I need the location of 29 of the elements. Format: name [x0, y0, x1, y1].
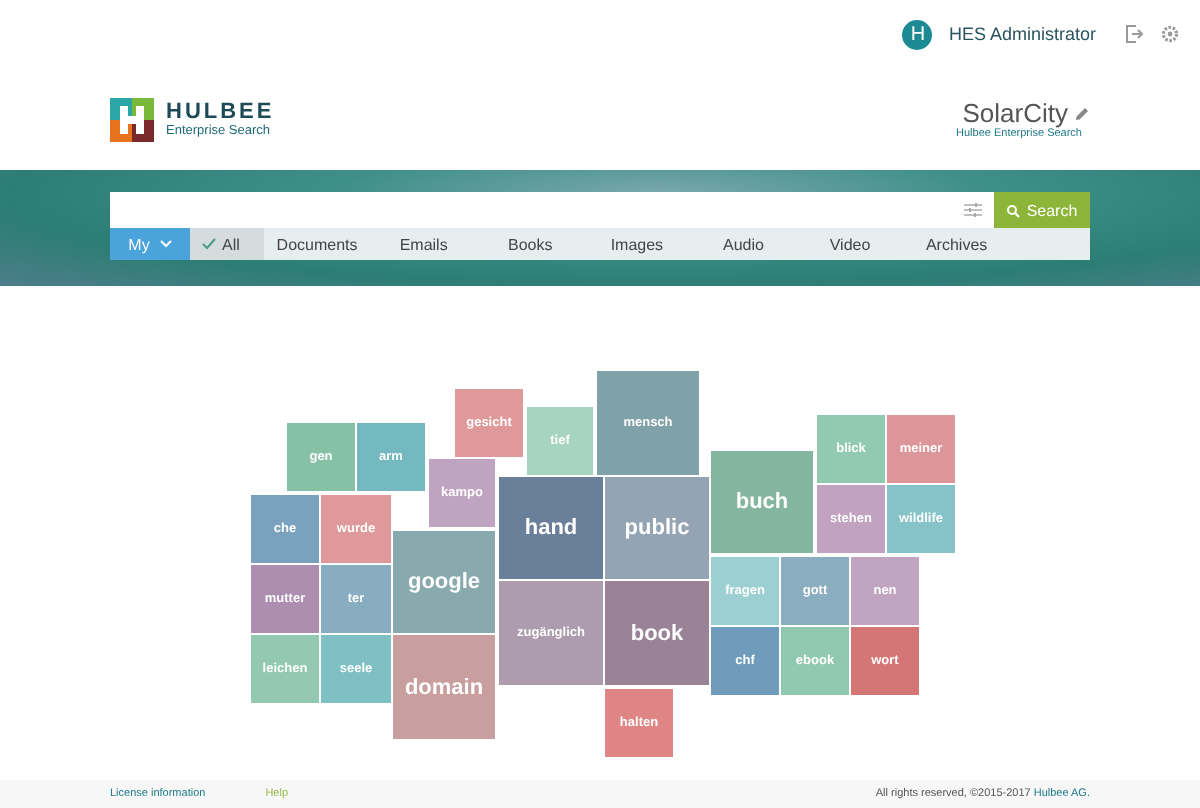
filter-tab[interactable]: Documents	[263, 228, 371, 260]
tag-tile[interactable]: google	[392, 530, 496, 634]
logo-name: HULBEE	[166, 101, 275, 123]
tag-tile[interactable]: hand	[498, 476, 604, 580]
filter-tab[interactable]: Archives	[903, 228, 1010, 260]
filter-tab[interactable]: Audio	[690, 228, 797, 260]
search-icon	[1006, 203, 1021, 217]
search-field[interactable]	[110, 192, 994, 228]
sliders-icon[interactable]	[964, 202, 982, 218]
settings-icon[interactable]	[1160, 24, 1180, 44]
tag-tile[interactable]: book	[604, 580, 710, 686]
search-button[interactable]: Search	[994, 192, 1090, 228]
tag-tile[interactable]: buch	[710, 450, 814, 554]
filter-tab[interactable]: Video	[796, 228, 904, 260]
logo-icon	[110, 97, 154, 141]
filter-tab[interactable]: Images	[583, 228, 691, 260]
workspace-title: SolarCity	[962, 98, 1068, 128]
user-avatar[interactable]: H	[902, 19, 933, 49]
caret-icon	[159, 240, 172, 248]
check-icon	[202, 238, 216, 250]
user-name[interactable]: HES Administrator	[948, 24, 1096, 44]
filter-tab[interactable]: Emails	[370, 228, 477, 260]
scope-dropdown[interactable]: My	[110, 228, 190, 260]
pencil-icon[interactable]	[1074, 105, 1090, 121]
tag-tile[interactable]: public	[604, 476, 710, 580]
filter-tab[interactable]: Books	[476, 228, 584, 260]
logout-icon[interactable]	[1124, 24, 1144, 44]
filter-tab[interactable]: All	[190, 228, 264, 260]
tag-tile[interactable]: domain	[392, 634, 496, 740]
